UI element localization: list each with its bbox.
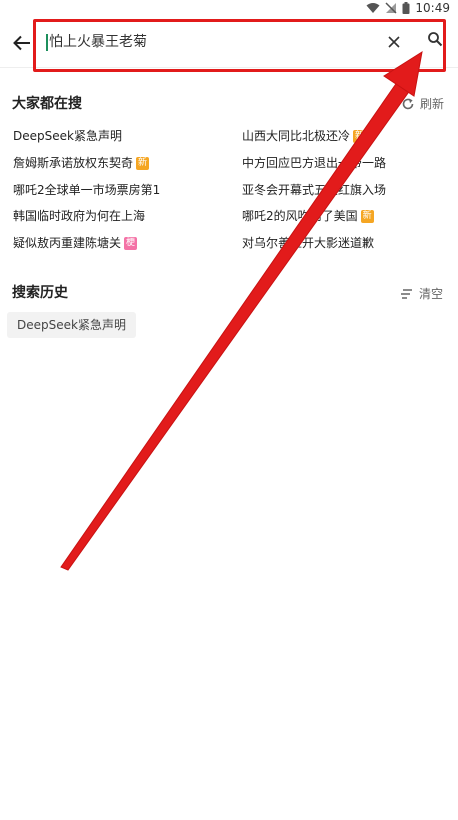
hot-search-text: 詹姆斯承诺放权东契奇 [13,156,134,170]
wifi-icon [366,3,380,13]
new-badge: 新 [136,156,150,170]
annotation-arrow [60,50,423,571]
hot-search-text: 哪吒2的风吹到了美国 [242,209,358,223]
clear-history-button[interactable]: 清空 [400,285,443,302]
hot-search-text: 对乌尔善脸开大影迷道歉 [242,236,375,250]
clear-list-icon [401,288,412,299]
signal-icon [385,2,397,14]
status-time: 10:49 [415,1,450,15]
annotation-highlight-box [33,19,446,72]
hot-search-text: 中方回应巴方退出一带一路 [242,156,387,170]
refresh-icon [402,98,414,109]
hot-search-text: 韩国临时政府为何在上海 [13,209,146,223]
hot-search-item[interactable]: 詹姆斯承诺放权东契奇 新 [13,155,150,171]
clear-history-label: 清空 [419,287,444,301]
hot-search-item[interactable]: 中方回应巴方退出一带一路 [242,155,386,171]
hot-search-text: 疑似敖丙重建陈塘关 [13,236,122,250]
status-icons: 10:49 [366,1,450,15]
hot-search-item[interactable]: 哪吒2全球单一市场票房第1 [13,182,160,198]
hot-search-title: 大家都在搜 [12,96,82,112]
hot-search-item[interactable]: 韩国临时政府为何在上海 [13,208,145,224]
hot-search-item[interactable]: 对乌尔善脸开大影迷道歉 [242,235,374,251]
status-bar: 10:49 [0,0,458,16]
history-title: 搜索历史 [12,285,68,301]
back-button[interactable] [9,30,35,56]
refresh-button[interactable]: 刷新 [402,95,444,112]
back-arrow-icon [13,35,30,51]
battery-icon [402,2,410,14]
hot-search-item[interactable]: 疑似敖丙重建陈塘关 梗 [13,235,138,251]
hot-search-text: 哪吒2全球单一市场票房第1 [13,183,161,197]
hot-search-text: 山西大同比北极还冷 [242,129,351,143]
meme-badge: 梗 [124,236,138,250]
new-badge: 新 [353,129,367,143]
hot-search-item[interactable]: 亚冬会开幕式五星红旗入场 [242,182,386,198]
hot-search-item[interactable]: DeepSeek紧急声明 [13,128,122,144]
hot-search-text: 亚冬会开幕式五星红旗入场 [242,183,387,197]
new-badge: 新 [360,209,374,223]
hot-search-item[interactable]: 山西大同比北极还冷 新 [242,128,367,144]
refresh-label: 刷新 [420,97,445,111]
hot-search-item[interactable]: 哪吒2的风吹到了美国 新 [242,208,374,224]
history-chip[interactable]: DeepSeek紧急声明 [7,312,136,338]
hot-search-text: DeepSeek紧急声明 [13,129,122,143]
